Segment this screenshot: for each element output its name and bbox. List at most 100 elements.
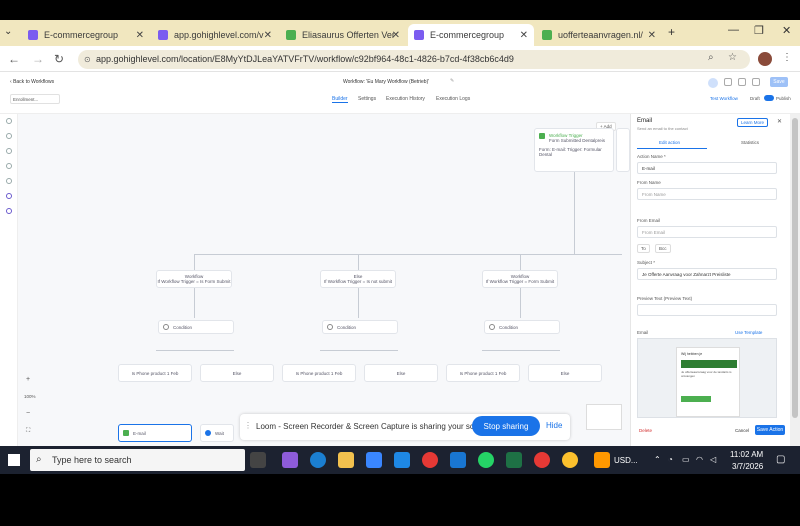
url-field[interactable]: ⊙ app.gohighlevel.com/location/E8MyYtDJL… [78, 50, 750, 69]
edge-icon[interactable] [310, 452, 326, 468]
mail-icon[interactable] [394, 452, 410, 468]
notifications-icon[interactable]: ▢ [776, 454, 785, 465]
reload-icon[interactable]: ↻ [54, 52, 64, 66]
edit-title-icon[interactable]: ✎ [450, 78, 454, 84]
chrome-icon[interactable] [422, 452, 438, 468]
to-chip[interactable]: To [637, 244, 650, 253]
cancel-button[interactable]: Cancel [735, 428, 749, 433]
panel-scrollbar[interactable] [790, 114, 800, 446]
tab-builder[interactable]: Builder [332, 96, 348, 103]
sub-node-3[interactable]: Is Phone product 1 Feb [282, 364, 356, 382]
whatsapp-icon[interactable] [478, 452, 494, 468]
zoom-out-icon[interactable]: − [26, 410, 30, 417]
header-copy-icon[interactable] [738, 78, 746, 86]
tab-execution-logs[interactable]: Execution Logs [436, 96, 470, 102]
tab-3[interactable]: E-commercegroup ✕ [408, 24, 534, 46]
tray-up-icon[interactable]: ⌃ [654, 455, 661, 464]
preview-text-field[interactable] [637, 304, 777, 316]
back-icon[interactable]: ← [8, 52, 20, 66]
restore-icon[interactable]: ❐ [754, 24, 764, 37]
close-panel-icon[interactable]: ✕ [777, 118, 782, 125]
tab-execution-history[interactable]: Execution History [386, 96, 425, 102]
save-button[interactable]: Save [770, 77, 788, 87]
site-info-icon[interactable]: ⊙ [84, 50, 91, 69]
new-tab-icon[interactable]: + [668, 25, 675, 39]
minimize-icon[interactable]: — [728, 24, 739, 36]
zoom-search-icon[interactable]: ⌕ [708, 52, 714, 63]
rail-icon-6[interactable] [6, 193, 12, 199]
clock-time[interactable]: 11:02 AM [730, 450, 763, 459]
sub-node-5[interactable]: Is Phone product 1 Feb [446, 364, 520, 382]
vscode-icon[interactable] [450, 452, 466, 468]
copilot-icon[interactable] [282, 452, 298, 468]
back-to-workflows-link[interactable]: ‹ Back to Workflows [10, 79, 54, 85]
close-tab-icon[interactable]: ✕ [648, 30, 656, 41]
email-action-node[interactable]: E-mail [118, 424, 192, 442]
branch-node-3[interactable]: Workflow If Workflow Trigger = Form Subm… [482, 270, 558, 288]
sub-node-2[interactable]: Else [200, 364, 274, 382]
tab-menu-chevron-icon[interactable]: ⌄ [4, 26, 12, 37]
task-view-icon[interactable] [250, 452, 266, 468]
chrome-active-icon[interactable] [534, 452, 550, 468]
publish-toggle[interactable] [764, 95, 774, 101]
minimap[interactable] [586, 404, 622, 430]
clock-date[interactable]: 3/7/2026 [732, 462, 763, 471]
close-tab-icon[interactable]: ✕ [520, 30, 528, 41]
rail-icon-3[interactable] [6, 148, 12, 154]
from-email-field[interactable]: From Email [637, 226, 777, 238]
tray-network-icon[interactable]: ◔ [668, 455, 673, 464]
trigger-node-partial[interactable] [616, 128, 630, 172]
close-tab-icon[interactable]: ✕ [392, 30, 400, 41]
store-icon[interactable] [366, 452, 382, 468]
rail-icon-5[interactable] [6, 178, 12, 184]
test-workflow-button[interactable]: Test Workflow [710, 96, 738, 101]
tab-statistics[interactable]: Statistics [741, 140, 759, 145]
left-select[interactable]: Enrollment... [10, 94, 60, 104]
excel-icon[interactable] [506, 452, 522, 468]
tab-4[interactable]: uofferteaanvragen.nl/ ✕ [536, 24, 662, 46]
delete-button[interactable]: Delete [639, 428, 652, 433]
currency-widget-text[interactable]: USD... [614, 456, 638, 465]
file-explorer-icon[interactable] [338, 452, 354, 468]
rail-icon-1[interactable] [6, 118, 12, 124]
close-tab-icon[interactable]: ✕ [136, 30, 144, 41]
tray-wifi-icon[interactable]: ◠ [696, 455, 703, 464]
rail-icon-7[interactable] [6, 208, 12, 214]
condition-node-3[interactable]: Condition [484, 320, 560, 334]
tab-0[interactable]: E-commercegroup ✕ [22, 24, 150, 46]
bookmark-star-icon[interactable]: ☆ [728, 52, 737, 63]
tab-2[interactable]: Eliasaurus Offerten Vergl. ✕ [280, 24, 406, 46]
tray-battery-icon[interactable]: ▭ [682, 455, 690, 464]
loom-drag-handle-icon[interactable]: ⋮ [244, 421, 252, 430]
learn-more-button[interactable]: Learn More [737, 118, 769, 127]
trigger-node[interactable]: Workflow Trigger Form Submitted Dentalpr… [534, 128, 614, 172]
header-circle-icon[interactable] [708, 78, 718, 88]
header-more-icon[interactable] [752, 78, 760, 86]
profile-avatar[interactable] [758, 52, 772, 66]
branch-node-1[interactable]: Workflow If Workflow Trigger = Is Form S… [156, 270, 232, 288]
tab-settings[interactable]: Settings [358, 96, 376, 102]
fit-view-icon[interactable]: ⛶ [26, 428, 30, 435]
bcc-chip[interactable]: Bcc [655, 244, 671, 253]
action-name-field[interactable]: E-mail [637, 162, 777, 174]
save-action-button[interactable]: Save Action [755, 425, 785, 435]
scrollbar-thumb[interactable] [792, 118, 798, 418]
chrome-profile-icon[interactable] [562, 452, 578, 468]
stop-sharing-button[interactable]: Stop sharing [472, 416, 540, 436]
condition-node-2[interactable]: Condition [322, 320, 398, 334]
taskbar-search-field[interactable]: ⌕ Type here to search [30, 449, 245, 471]
rail-icon-2[interactable] [6, 133, 12, 139]
hide-button[interactable]: Hide [546, 421, 562, 430]
tray-volume-icon[interactable]: ◁ [710, 455, 716, 464]
wait-action-node[interactable]: Wait [200, 424, 234, 442]
zoom-in-icon[interactable]: + [26, 376, 30, 383]
branch-node-2[interactable]: Else If Workflow Trigger = Is not submit [320, 270, 396, 288]
windows-start-icon[interactable] [8, 454, 20, 466]
condition-node-1[interactable]: Condition [158, 320, 234, 334]
header-history-icon[interactable] [724, 78, 732, 86]
tab-edit-action[interactable]: Edit action [659, 140, 680, 145]
subject-field[interactable]: Je Offerte Aanvraag voor Zahnarzt Preisl… [637, 268, 777, 280]
use-template-link[interactable]: Use Template [735, 330, 762, 335]
rail-icon-4[interactable] [6, 163, 12, 169]
from-name-field[interactable]: From Name [637, 188, 777, 200]
